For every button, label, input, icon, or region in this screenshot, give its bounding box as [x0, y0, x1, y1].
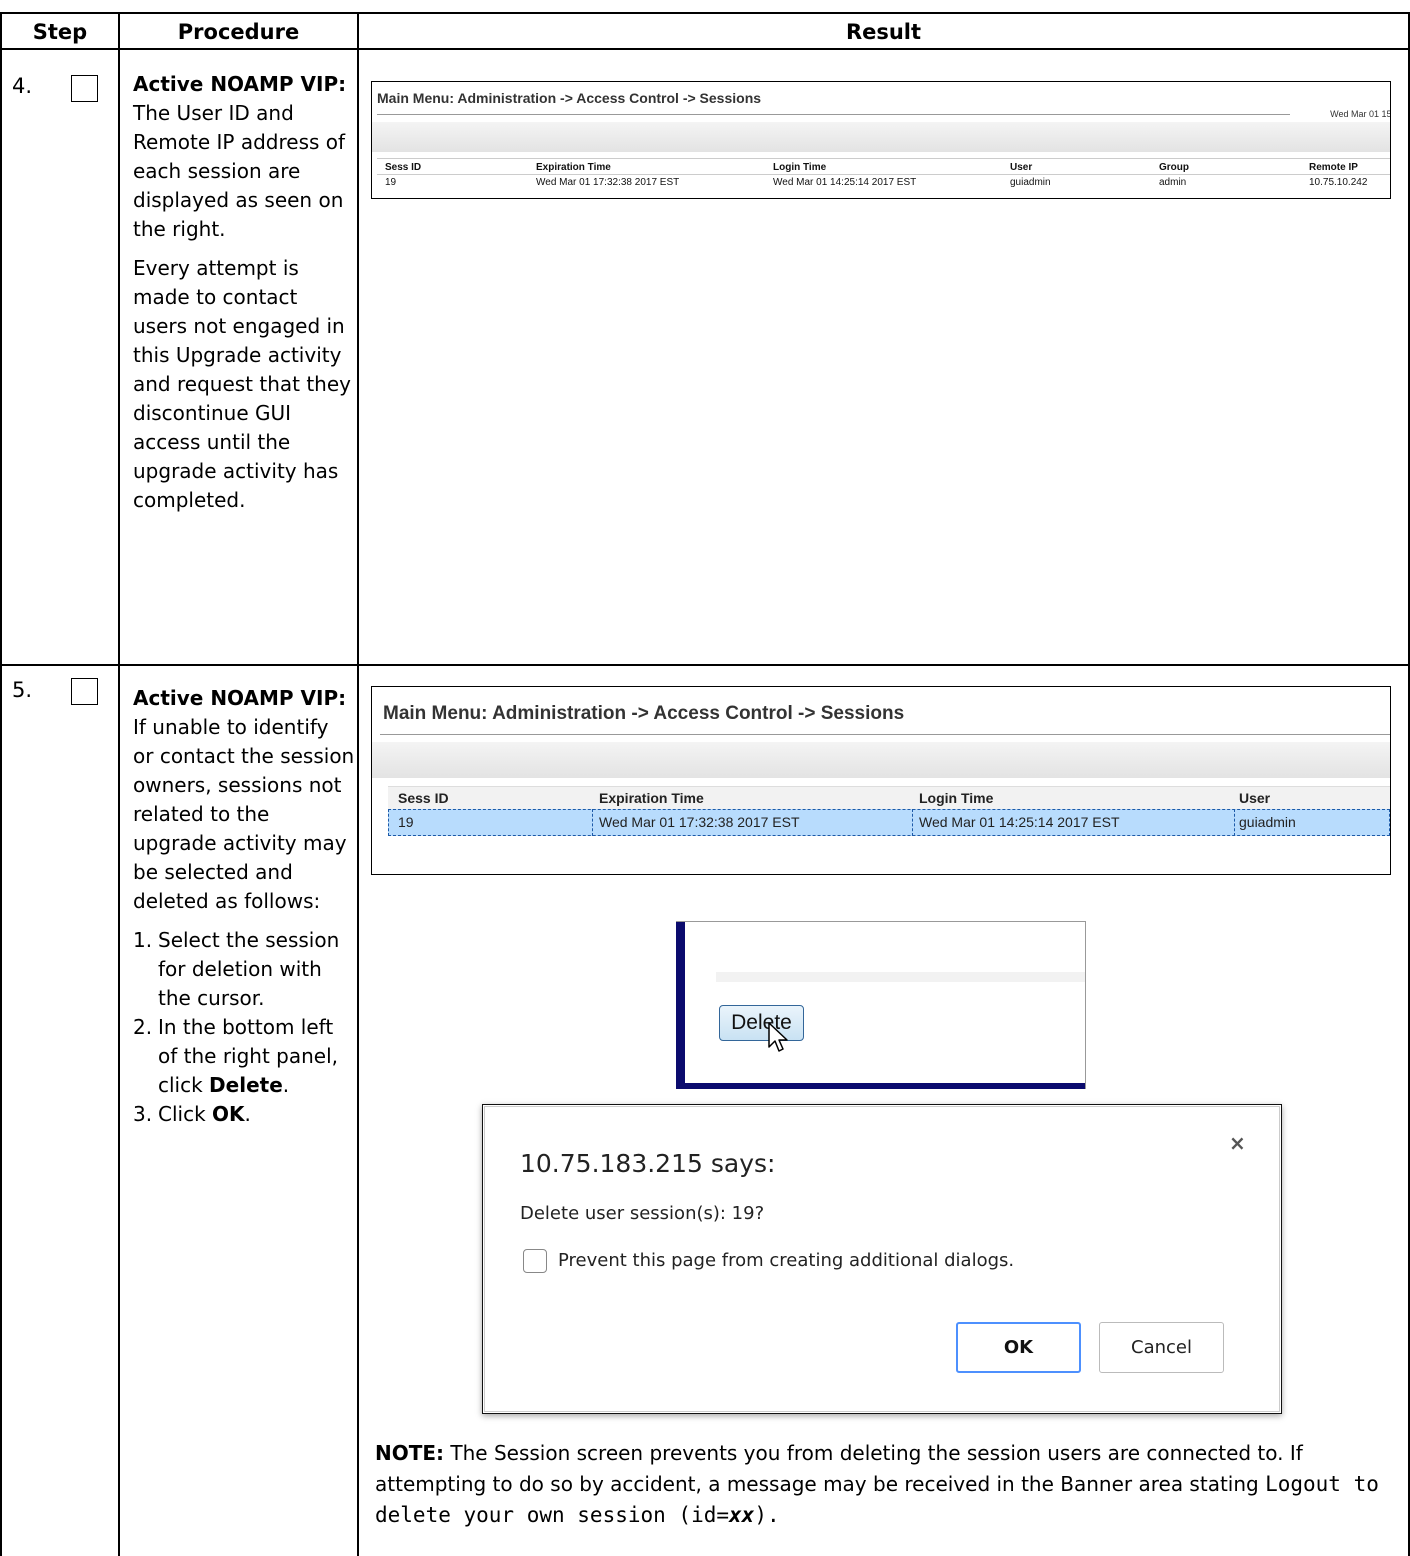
table-left-border — [0, 12, 2, 1556]
column-header: Sess ID — [398, 790, 449, 806]
column-header: Group — [1159, 162, 1189, 173]
table-cell[interactable]: 19 — [398, 814, 414, 830]
frame-border — [685, 922, 688, 1089]
column-header: Expiration Time — [536, 162, 611, 173]
header-result: Result — [845, 20, 922, 44]
divider — [377, 158, 1390, 159]
note-paragraph: NOTE: The Session screen prevents you fr… — [375, 1438, 1400, 1531]
step-title: Active NOAMP VIP: — [133, 72, 347, 96]
list-text: . — [244, 1102, 251, 1126]
cursor-icon — [768, 1022, 788, 1052]
table-top-border — [0, 12, 1410, 14]
step-number: 4. — [12, 74, 33, 98]
divider — [377, 114, 1290, 115]
procedure-text: Every attempt is made to contact users n… — [133, 256, 351, 512]
list-number: 1. — [133, 928, 153, 952]
column-header: Login Time — [773, 162, 827, 173]
list-text: Click — [158, 1102, 213, 1126]
list-item: 1. Select the session for deletion with t… — [133, 926, 355, 1013]
column-header: User — [1239, 790, 1271, 806]
step-procedure: Active NOAMP VIP: If unable to identify … — [133, 684, 355, 1129]
list-number: 3. — [133, 1102, 153, 1126]
confirm-dialog: 10.75.183.215 says: × Delete user sessio… — [482, 1104, 1282, 1414]
header-step: Step — [32, 20, 88, 44]
table-header-border — [0, 48, 1410, 50]
table-cell[interactable]: guiadmin — [1239, 814, 1296, 830]
dialog-message: Delete user session(s): 19? — [520, 1203, 765, 1224]
column-header: Remote IP — [1309, 162, 1358, 173]
table-cell[interactable]: 10.75.10.242 — [1309, 177, 1367, 188]
list-bold: OK — [212, 1102, 245, 1126]
table-cell[interactable]: Wed Mar 01 14:25:14 2017 EST — [773, 177, 916, 188]
column-header: Sess ID — [385, 162, 422, 173]
step-checkbox[interactable] — [71, 75, 98, 102]
column-divider — [118, 12, 120, 1556]
table-cell[interactable]: Wed Mar 01 17:32:38 2017 EST — [599, 814, 800, 830]
step-procedure: Active NOAMP VIP: The User ID and Remote… — [133, 70, 355, 515]
row-divider — [0, 664, 1410, 666]
column-header: User — [1010, 162, 1033, 173]
procedure-text: If unable to identify or contact the ses… — [133, 715, 355, 913]
prevent-dialogs-checkbox[interactable] — [523, 1249, 547, 1273]
list-item: 3. Click OK. — [133, 1100, 355, 1129]
column-divider — [357, 12, 359, 1556]
list-text: Select the session for deletion with the… — [158, 928, 340, 1010]
close-icon[interactable]: × — [1229, 1131, 1246, 1155]
table-cell[interactable]: Wed Mar 01 17:32:38 2017 EST — [536, 177, 679, 188]
divider — [380, 734, 1390, 735]
cancel-button[interactable]: Cancel — [1099, 1322, 1224, 1373]
delete-button-screenshot: Delete — [676, 921, 1086, 1089]
dialog-title: 10.75.183.215 says: — [520, 1149, 776, 1178]
table-cell[interactable]: Wed Mar 01 14:25:14 2017 EST — [919, 814, 1120, 830]
code-variable: xx — [729, 1503, 755, 1527]
page-title: Main Menu: Administration -> Access Cont… — [383, 703, 905, 724]
list-bold: Delete — [209, 1073, 283, 1097]
column-header: Login Time — [919, 790, 994, 806]
cell-separator — [912, 809, 913, 836]
cell-separator — [1234, 809, 1235, 836]
sessions-screenshot: Main Menu: Administration -> Access Cont… — [371, 81, 1391, 199]
table-cell[interactable]: guiadmin — [1010, 177, 1051, 188]
procedure-text: The User ID and Remote IP address of eac… — [133, 101, 346, 241]
cell-separator — [592, 809, 593, 836]
step-title: Active NOAMP VIP: — [133, 686, 347, 710]
list-item: 2. In the bottom left of the right panel,… — [133, 1013, 355, 1100]
frame-border — [676, 1083, 1085, 1089]
toolbar — [372, 742, 1390, 778]
delete-button[interactable]: Delete — [719, 1005, 804, 1041]
divider — [377, 174, 1390, 175]
note-label: NOTE: — [375, 1441, 445, 1465]
toolbar — [372, 122, 1390, 152]
toolbar — [716, 972, 1085, 982]
procedure-list: 1. Select the session for deletion with t… — [133, 926, 355, 1129]
header-procedure: Procedure — [177, 20, 300, 44]
column-header: Expiration Time — [599, 790, 704, 806]
list-text: . — [282, 1073, 290, 1097]
timestamp: Wed Mar 01 15: — [1330, 109, 1391, 119]
step-checkbox[interactable] — [71, 678, 98, 705]
frame-border — [676, 922, 685, 1089]
table-cell[interactable]: 19 — [385, 177, 396, 188]
code-text: ). — [754, 1503, 780, 1527]
note-text: The Session screen prevents you from del… — [375, 1441, 1303, 1496]
ok-button[interactable]: OK — [956, 1322, 1081, 1373]
page-title: Main Menu: Administration -> Access Cont… — [377, 90, 762, 106]
step-number: 5. — [12, 678, 33, 702]
sessions-selected-screenshot: Main Menu: Administration -> Access Cont… — [371, 686, 1391, 875]
table-cell[interactable]: admin — [1159, 177, 1186, 188]
checkbox-label: Prevent this page from creating addition… — [558, 1250, 1015, 1271]
list-number: 2. — [133, 1015, 153, 1039]
